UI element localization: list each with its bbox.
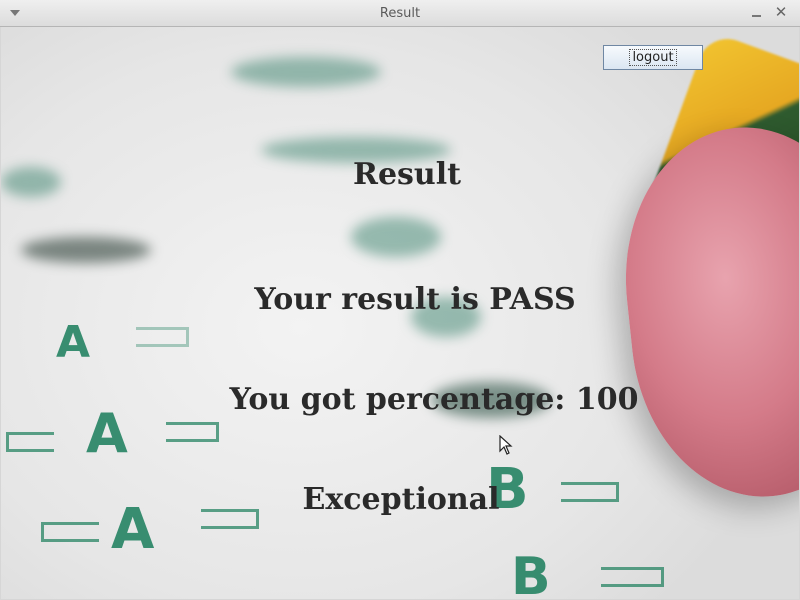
background-mark: A [111,497,155,562]
logout-button[interactable]: logout [603,45,703,70]
window-title: Result [379,6,421,21]
result-window: Result ✕ A A A B B logout Result Your re… [0,0,800,600]
background-mark [136,327,189,347]
background-mark [231,57,381,87]
result-panel: A A A B B logout Result Your result is P… [1,27,799,599]
background-mark [166,422,219,442]
background-mark: A [86,402,128,465]
background-mark [351,217,441,257]
background-mark [21,237,151,263]
title-bar[interactable]: Result ✕ [0,0,800,27]
background-mark [561,482,619,502]
grade-text: Exceptional [302,482,500,517]
result-heading: Result [353,157,461,192]
minimize-icon[interactable] [750,5,764,21]
close-icon[interactable]: ✕ [774,4,788,20]
result-status-text: Your result is PASS [254,282,576,317]
percentage-text: You got percentage: 100 [229,382,639,417]
background-mark: A [56,317,91,368]
background-mark [6,432,54,452]
background-mark [41,522,99,542]
background-mark [201,509,259,529]
logout-button-label: logout [629,49,677,66]
mouse-cursor-icon [499,435,513,455]
background-mark [601,567,664,587]
background-mark: B [511,547,551,599]
background-mark [1,167,61,197]
